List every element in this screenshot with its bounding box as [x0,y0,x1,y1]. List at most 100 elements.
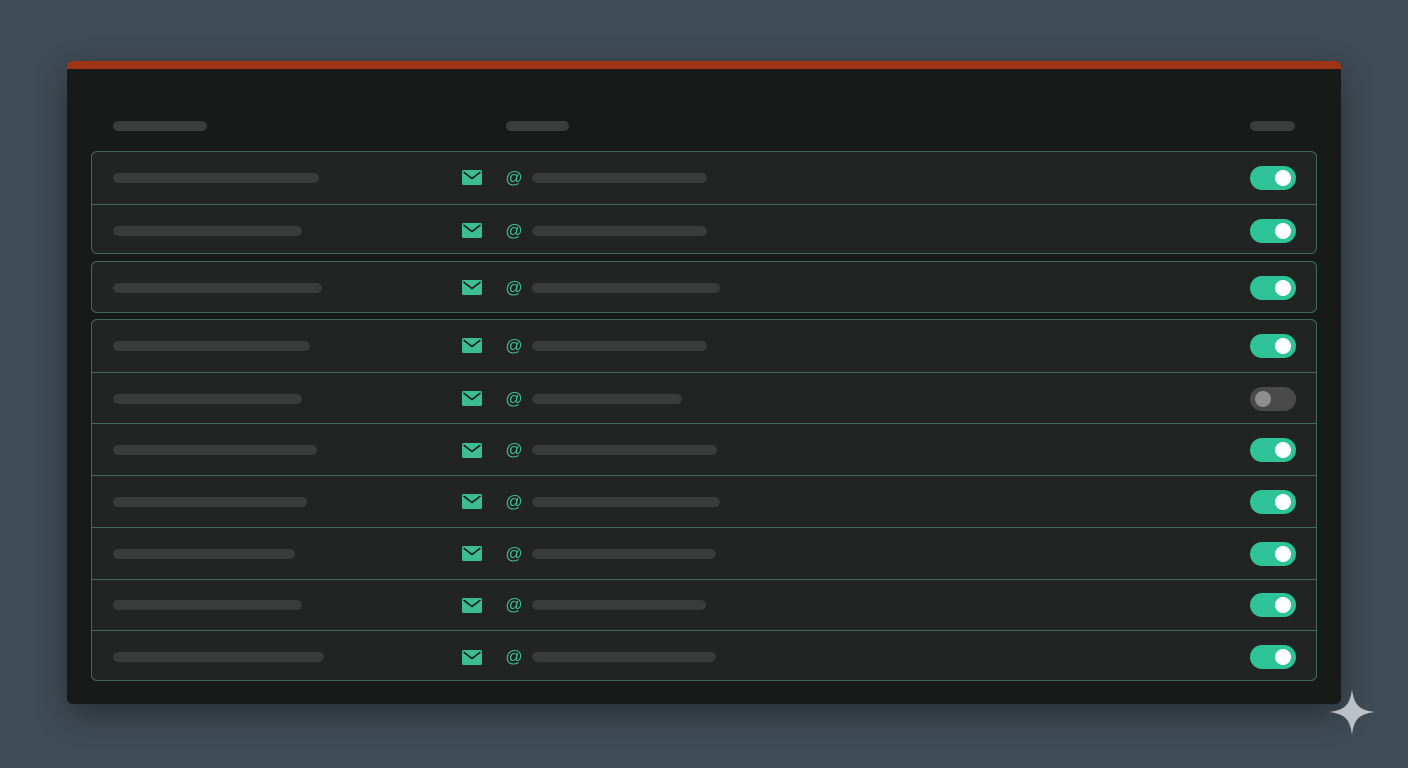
contact-email-text [532,600,533,601]
status-column-header [1250,121,1295,131]
contact-name-text [113,497,114,498]
toggle-knob [1275,649,1291,666]
at-icon: @ [505,647,523,667]
contact-email-text [532,652,533,653]
contact-name-text [113,394,114,395]
table-row: @ [92,262,1316,314]
at-icon: @ [505,335,523,355]
table-row: @ [92,578,1316,631]
at-icon: @ [505,543,523,563]
contact-name [113,340,310,351]
toggle-knob [1275,545,1291,562]
sparkle-icon [1329,689,1375,735]
toggle-knob [1275,442,1291,459]
envelope-icon[interactable] [462,223,482,239]
contact-name-text [113,341,114,342]
email-column-header-label [506,121,507,122]
contact-name [113,225,302,236]
at-icon: @ [505,277,523,297]
table-row: @ [92,203,1316,256]
status-toggle[interactable] [1250,275,1296,300]
contact-email [532,445,717,456]
envelope-icon[interactable] [462,442,482,458]
name-column-header [113,121,207,131]
status-column-header-label [1250,121,1251,122]
accent-top-bar [67,61,1341,69]
contact-name [113,172,319,183]
table-row: @ [92,320,1316,372]
toggle-knob [1255,390,1271,407]
envelope-icon[interactable] [462,170,482,186]
status-toggle[interactable] [1250,438,1296,463]
contact-name [113,445,317,456]
table-row: @ [92,526,1316,579]
envelope-icon[interactable] [462,597,482,613]
contact-email [532,496,720,507]
contact-email-text [532,549,533,550]
email-column-header [506,121,569,131]
contact-name [113,548,295,559]
table-row: @ [92,630,1316,682]
contact-email [532,282,720,293]
table-row: @ [92,152,1316,204]
contact-email [532,225,707,236]
envelope-icon[interactable] [462,391,482,407]
contact-email-text [532,283,533,284]
contact-name-text [113,173,114,174]
toggle-knob [1275,279,1291,296]
contact-name-text [113,600,114,601]
envelope-icon[interactable] [462,649,482,665]
contact-email [532,393,682,404]
status-toggle[interactable] [1250,165,1296,190]
toggle-knob [1275,222,1291,239]
table-row: @ [92,475,1316,527]
contact-email-text [532,394,533,395]
contact-email-text [532,341,533,342]
at-icon: @ [505,220,523,240]
status-toggle[interactable] [1250,489,1296,514]
envelope-icon[interactable] [462,494,482,510]
envelope-icon[interactable] [462,546,482,562]
contact-email-text [532,173,533,174]
row-group: @ @ [91,151,1317,256]
at-icon: @ [505,595,523,615]
contact-email-text [532,226,533,227]
at-icon: @ [505,491,523,511]
contact-email [532,600,706,611]
at-icon: @ [505,167,523,187]
toggle-knob [1275,493,1291,510]
contacts-panel: @ @ @ @ @ @ @ @ @ @ [67,61,1341,704]
envelope-icon[interactable] [462,280,482,296]
status-toggle[interactable] [1250,333,1296,358]
contact-email [532,172,707,183]
status-toggle[interactable] [1250,386,1296,411]
status-toggle[interactable] [1250,218,1296,243]
row-group: @ [91,261,1317,313]
toggle-knob [1275,337,1291,354]
at-icon: @ [505,440,523,460]
contact-email [532,652,716,663]
table-row: @ [92,371,1316,424]
at-icon: @ [505,388,523,408]
row-group: @ @ @ @ @ @ @ [91,319,1317,681]
name-column-header-label [113,121,114,122]
status-toggle[interactable] [1250,541,1296,566]
toggle-knob [1275,169,1291,186]
contact-name [113,282,322,293]
contact-name-text [113,226,114,227]
toggle-knob [1275,597,1291,614]
contact-name-text [113,445,114,446]
contact-name-text [113,652,114,653]
contact-name-text [113,283,114,284]
envelope-icon[interactable] [462,338,482,354]
contact-name [113,652,324,663]
contact-name [113,393,302,404]
contact-email [532,548,716,559]
status-toggle[interactable] [1250,593,1296,618]
status-toggle[interactable] [1250,645,1296,670]
contact-name-text [113,549,114,550]
contact-name [113,496,307,507]
contact-email [532,340,707,351]
contact-name [113,600,302,611]
table-row: @ [92,423,1316,475]
